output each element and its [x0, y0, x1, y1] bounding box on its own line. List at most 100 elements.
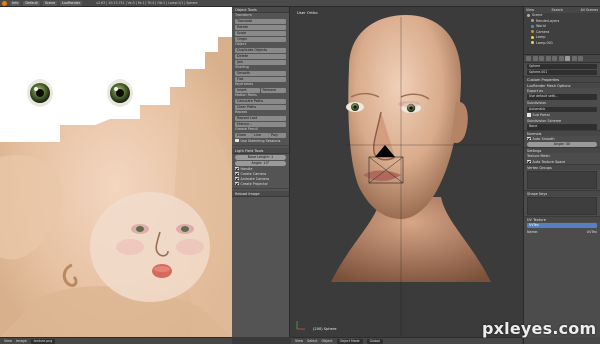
outliner-item[interactable]: Lamp.001	[524, 41, 600, 47]
camera-icon	[531, 30, 534, 33]
auto-smooth-checkbox[interactable]: Auto Smooth	[527, 136, 600, 141]
viewport-header: View Select Object Object Mode Global	[291, 337, 522, 344]
smooth-button[interactable]: Smooth	[235, 70, 286, 76]
head-render	[296, 15, 521, 337]
uv-name-value[interactable]: UVTex	[587, 229, 597, 235]
checkbox-box[interactable]	[235, 138, 239, 143]
shape-keys-list[interactable]	[527, 197, 597, 215]
outliner-display-mode[interactable]: All Scenes	[581, 7, 598, 13]
outliner-search-menu[interactable]: Search	[552, 7, 564, 13]
uv-name-row: Name: UVTex	[524, 229, 600, 235]
vertex-groups-panel[interactable]: Vertex Groups	[524, 164, 600, 170]
outliner[interactable]: View Search All Scenes Scene RenderLayer…	[524, 7, 600, 55]
properties-editor: View Search All Scenes Scene RenderLayer…	[523, 7, 600, 344]
transform-orientation-select[interactable]: Global	[366, 338, 383, 344]
duplicate-objects-button[interactable]: Duplicate Objects	[235, 47, 286, 53]
checkbox-box[interactable]	[527, 136, 531, 141]
view-menu[interactable]: View	[4, 339, 12, 343]
export-as-select[interactable]: Use default setti...	[527, 94, 597, 100]
grease-pencil-buttons: Draw Line Poly	[235, 132, 286, 138]
texture-tab-icon[interactable]	[578, 56, 583, 61]
scene-select[interactable]: Scene	[42, 0, 58, 6]
create-projector-checkbox[interactable]: Create Projector	[235, 181, 289, 186]
render-layers-icon	[531, 19, 534, 22]
subdivision-scheme-select[interactable]: None	[527, 124, 597, 130]
world-tab-icon[interactable]	[539, 56, 544, 61]
axis-gizmo-icon	[296, 321, 305, 330]
uv-texture-canvas	[0, 7, 232, 337]
render-engine-select[interactable]: LuxRender	[60, 0, 83, 6]
subdivision-row: Subdivision	[524, 100, 600, 106]
divider	[232, 145, 289, 146]
mesh-name-field[interactable]: Sphere.001	[527, 69, 597, 75]
screen-layout-select[interactable]: Default	[23, 0, 40, 6]
motion-paths-label: Motion Paths	[235, 93, 257, 97]
object-label: Object	[235, 42, 247, 46]
outliner-item-label: Lamp	[536, 35, 546, 39]
sketching-sessions-checkbox[interactable]: Use Sketching Sessions	[235, 138, 289, 143]
editor-type-menu[interactable]: Info	[10, 0, 21, 6]
auto-smooth-label: Auto Smooth	[532, 136, 555, 141]
lamp-icon	[531, 41, 534, 44]
blender-logo-icon[interactable]	[2, 0, 7, 6]
handle-label: Handle	[240, 166, 253, 171]
properties-footer	[524, 337, 600, 344]
checkbox-box[interactable]	[235, 166, 239, 171]
draw-button[interactable]: Draw	[235, 132, 252, 138]
delete-button[interactable]: Delete	[235, 53, 286, 59]
poly-button[interactable]: Poly	[269, 132, 286, 138]
checkbox-box[interactable]	[527, 159, 531, 164]
scene-tab-icon[interactable]	[532, 56, 538, 61]
subdivision-scheme-row: Subdivision Scheme	[524, 118, 600, 124]
outliner-item-label: Scene	[532, 13, 543, 17]
calculate-paths-button[interactable]: Calculate Paths	[235, 98, 286, 104]
object-tab-icon[interactable]	[545, 56, 551, 61]
image-menu[interactable]: Image	[16, 339, 27, 343]
keyframes-label: Keyframes	[235, 82, 253, 86]
select-menu[interactable]: Select	[307, 339, 317, 343]
view-name-label: User Ortho	[297, 10, 318, 15]
vertex-groups-list[interactable]	[527, 171, 597, 189]
subdivision-select[interactable]: Automatic	[527, 106, 597, 112]
scene-icon	[527, 13, 530, 17]
rotate-button[interactable]: Rotate	[235, 24, 286, 30]
watermark-logo: pxleyes.com	[482, 319, 597, 338]
shape-keys-panel[interactable]: Shape Keys	[524, 190, 600, 196]
view-menu[interactable]: View	[295, 339, 303, 343]
uv-name-label: Name:	[527, 229, 539, 234]
repeat-last-button[interactable]: Repeat Last	[235, 115, 286, 121]
light-field-tools-title[interactable]: Light Field Tools	[232, 148, 289, 154]
scale-button[interactable]: Scale	[235, 30, 286, 36]
object-name-field[interactable]: Sphere	[527, 63, 597, 69]
mode-select[interactable]: Object Mode	[336, 338, 363, 344]
translate-button[interactable]: Translate	[235, 18, 286, 24]
uv-image-editor[interactable]	[0, 7, 232, 337]
divider	[232, 188, 289, 189]
checkbox-box[interactable]	[235, 171, 239, 176]
outliner-item-label: Lamp.001	[536, 40, 553, 45]
3d-viewport[interactable]: User Ortho (200) Sphere	[291, 7, 522, 337]
world-icon	[531, 24, 534, 28]
line-button[interactable]: Line	[252, 132, 269, 138]
checkbox-box[interactable]	[527, 113, 531, 117]
sketching-sessions-label: Use Sketching Sessions	[240, 138, 281, 143]
checkbox-box[interactable]	[235, 181, 239, 186]
last-operator-panel[interactable]: Reload Image	[232, 191, 289, 197]
image-name-field[interactable]: texture.png	[30, 338, 56, 344]
object-menu[interactable]: Object	[322, 339, 333, 343]
lamp-icon	[531, 35, 534, 39]
checkbox-box[interactable]	[235, 176, 239, 181]
base-length-field[interactable]: Base Length: 1	[235, 154, 286, 160]
modifiers-tab-icon[interactable]	[558, 56, 564, 61]
constraints-tab-icon[interactable]	[552, 56, 557, 61]
remove-keyframe-button[interactable]: Remove	[260, 87, 286, 93]
active-object-label: (200) Sphere	[313, 327, 337, 331]
render-tab-icon[interactable]	[526, 56, 531, 61]
shading-label: Shading	[235, 65, 249, 69]
info-header: Info Default Scene LuxRender v2.63 | 10:…	[0, 0, 600, 7]
mesh-data-tab-icon[interactable]	[565, 56, 570, 61]
uv-texture-panel[interactable]: UV Texture	[524, 216, 600, 222]
repeat-label: Repeat	[235, 110, 247, 114]
material-tab-icon[interactable]	[571, 56, 577, 61]
uv-texture-list-item[interactable]: UVTex	[527, 222, 597, 228]
